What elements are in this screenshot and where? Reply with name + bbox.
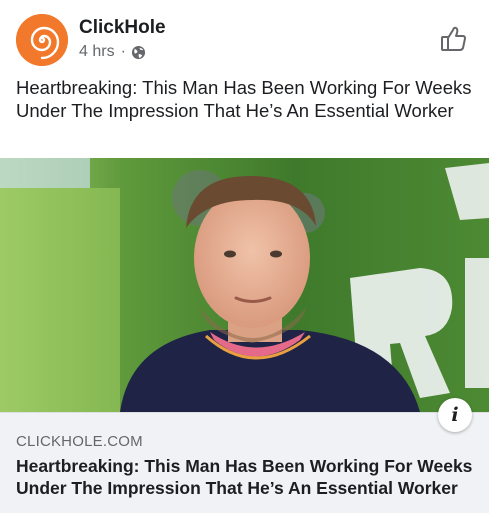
link-card[interactable]: CLICKHOLE.COM Heartbreaking: This Man Ha… [0,412,489,513]
meta-separator: · [120,43,126,60]
link-domain: CLICKHOLE.COM [16,433,143,450]
link-image[interactable] [0,158,489,412]
thumbs-up-icon [441,26,466,51]
page-name[interactable]: ClickHole [79,17,166,39]
man-portrait-image [0,158,489,412]
clickhole-logo-icon [16,14,68,66]
clickhole-logo-avatar[interactable] [16,14,68,66]
post-time[interactable]: 4 hrs [79,43,115,61]
post-caption: Heartbreaking: This Man Has Been Working… [16,77,472,121]
post-header: ClickHole 4 hrs · [0,0,489,78]
info-icon[interactable]: i [438,398,472,432]
link-title[interactable]: Heartbreaking: This Man Has Been Working… [16,455,478,499]
globe-icon[interactable] [131,45,146,60]
post-meta: 4 hrs · [79,43,146,61]
like-button[interactable] [438,24,468,54]
